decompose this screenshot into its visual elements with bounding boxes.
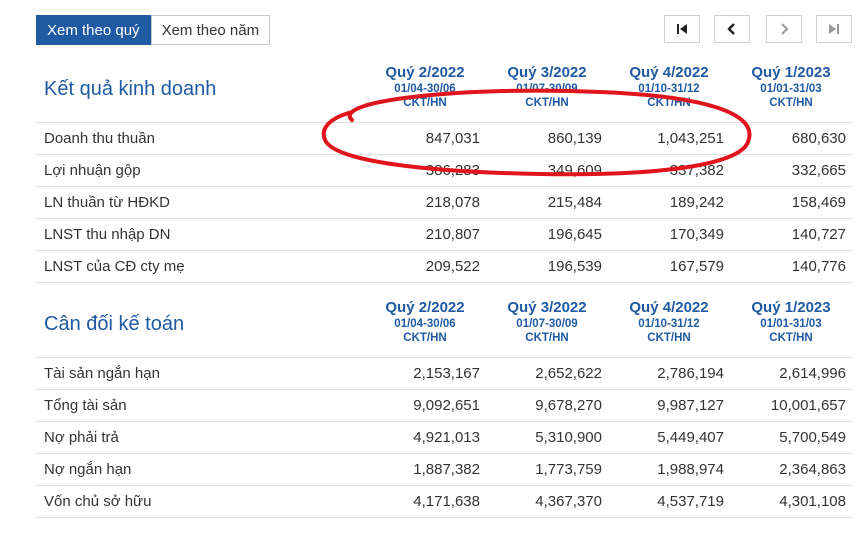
balance-col-3: Quý 4/2022 01/10-31/12 CKT/HN [629, 299, 709, 344]
next-page-button[interactable] [766, 15, 802, 43]
income-title: Kết quả kinh doanh [44, 78, 217, 100]
table-row: Nợ ngắn hạn 1,887,382 1,773,759 1,988,97… [36, 453, 852, 485]
last-page-icon [829, 24, 839, 34]
income-col-3: Quý 4/2022 01/10-31/12 CKT/HN [629, 64, 709, 109]
table-row: Tổng tài sản 9,092,651 9,678,270 9,987,1… [36, 389, 852, 421]
table-row: Tài sản ngắn hạn 2,153,167 2,652,622 2,7… [36, 357, 852, 389]
divider [36, 517, 852, 518]
first-page-button[interactable] [664, 15, 700, 43]
table-row: LNST của CĐ cty mẹ 209,522 196,539 167,5… [36, 250, 852, 282]
first-page-icon [677, 24, 687, 34]
next-page-icon [781, 23, 789, 35]
table-row: LN thuần từ HĐKD 218,078 215,484 189,242… [36, 186, 852, 218]
income-col-4: Quý 1/2023 01/01-31/03 CKT/HN [751, 64, 831, 109]
prev-page-button[interactable] [714, 15, 750, 43]
table-row: LNST thu nhập DN 210,807 196,645 170,349… [36, 218, 852, 250]
table-row: Doanh thu thuần 847,031 860,139 1,043,25… [36, 122, 852, 154]
divider [36, 282, 852, 283]
income-section: Kết quả kinh doanh Quý 2/2022 01/04-30/0… [36, 62, 852, 284]
balance-col-2: Quý 3/2022 01/07-30/09 CKT/HN [507, 299, 587, 344]
balance-col-1: Quý 2/2022 01/04-30/06 CKT/HN [385, 299, 465, 344]
pager [0, 15, 866, 45]
table-row: Lợi nhuận gộp 386,283 349,609 337,382 33… [36, 154, 852, 186]
balance-section: Cân đối kế toán Quý 2/2022 01/04-30/06 C… [36, 297, 852, 521]
table-row: Vốn chủ sở hữu 4,171,638 4,367,370 4,537… [36, 485, 852, 517]
income-col-2: Quý 3/2022 01/07-30/09 CKT/HN [507, 64, 587, 109]
income-col-1: Quý 2/2022 01/04-30/06 CKT/HN [385, 64, 465, 109]
last-page-button[interactable] [816, 15, 852, 43]
balance-title: Cân đối kế toán [44, 313, 185, 335]
table-row: Nợ phải trả 4,921,013 5,310,900 5,449,40… [36, 421, 852, 453]
prev-page-icon [727, 23, 735, 35]
balance-col-4: Quý 1/2023 01/01-31/03 CKT/HN [751, 299, 831, 344]
